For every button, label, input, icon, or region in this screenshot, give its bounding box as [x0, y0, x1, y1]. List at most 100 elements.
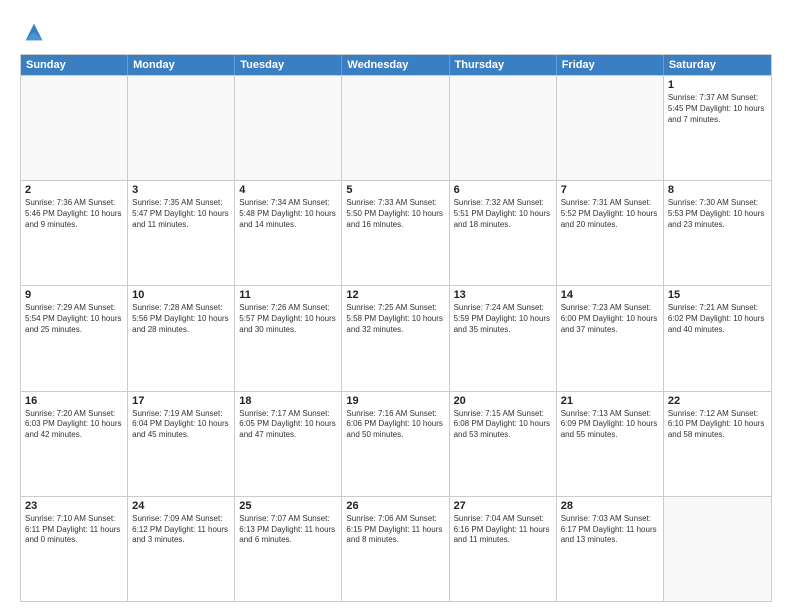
- day-info: Sunrise: 7:37 AM Sunset: 5:45 PM Dayligh…: [668, 93, 767, 125]
- day-info: Sunrise: 7:34 AM Sunset: 5:48 PM Dayligh…: [239, 198, 337, 230]
- day-number: 27: [454, 500, 552, 512]
- calendar-empty-cell: [21, 76, 128, 180]
- day-number: 19: [346, 395, 444, 407]
- day-info: Sunrise: 7:15 AM Sunset: 6:08 PM Dayligh…: [454, 409, 552, 441]
- calendar-row: 2 Sunrise: 7:36 AM Sunset: 5:46 PM Daylig…: [21, 180, 771, 285]
- page: SundayMondayTuesdayWednesdayThursdayFrid…: [0, 0, 792, 612]
- calendar-day-cell: 11 Sunrise: 7:26 AM Sunset: 5:57 PM Dayli…: [235, 286, 342, 390]
- logo: [20, 18, 54, 46]
- day-number: 6: [454, 184, 552, 196]
- calendar: SundayMondayTuesdayWednesdayThursdayFrid…: [20, 54, 772, 602]
- calendar-empty-cell: [342, 76, 449, 180]
- day-info: Sunrise: 7:28 AM Sunset: 5:56 PM Dayligh…: [132, 303, 230, 335]
- day-number: 8: [668, 184, 767, 196]
- day-info: Sunrise: 7:06 AM Sunset: 6:15 PM Dayligh…: [346, 514, 444, 546]
- calendar-row: 1 Sunrise: 7:37 AM Sunset: 5:45 PM Daylig…: [21, 75, 771, 180]
- day-info: Sunrise: 7:10 AM Sunset: 6:11 PM Dayligh…: [25, 514, 123, 546]
- calendar-day-cell: 20 Sunrise: 7:15 AM Sunset: 6:08 PM Dayli…: [450, 392, 557, 496]
- calendar-row: 23 Sunrise: 7:10 AM Sunset: 6:11 PM Dayli…: [21, 496, 771, 601]
- day-info: Sunrise: 7:13 AM Sunset: 6:09 PM Dayligh…: [561, 409, 659, 441]
- calendar-day-cell: 6 Sunrise: 7:32 AM Sunset: 5:51 PM Daylig…: [450, 181, 557, 285]
- calendar-day-cell: 5 Sunrise: 7:33 AM Sunset: 5:50 PM Daylig…: [342, 181, 449, 285]
- day-info: Sunrise: 7:23 AM Sunset: 6:00 PM Dayligh…: [561, 303, 659, 335]
- day-info: Sunrise: 7:24 AM Sunset: 5:59 PM Dayligh…: [454, 303, 552, 335]
- calendar-day-cell: 26 Sunrise: 7:06 AM Sunset: 6:15 PM Dayli…: [342, 497, 449, 601]
- day-number: 9: [25, 289, 123, 301]
- day-info: Sunrise: 7:31 AM Sunset: 5:52 PM Dayligh…: [561, 198, 659, 230]
- calendar-empty-cell: [235, 76, 342, 180]
- calendar-day-cell: 10Sunrise: 7:28 AM Sunset: 5:56 PM Dayli…: [128, 286, 235, 390]
- calendar-day-cell: 2 Sunrise: 7:36 AM Sunset: 5:46 PM Daylig…: [21, 181, 128, 285]
- day-number: 3: [132, 184, 230, 196]
- calendar-day-cell: 19 Sunrise: 7:16 AM Sunset: 6:06 PM Dayli…: [342, 392, 449, 496]
- weekday-header: Sunday: [21, 55, 128, 75]
- day-number: 2: [25, 184, 123, 196]
- calendar-day-cell: 17 Sunrise: 7:19 AM Sunset: 6:04 PM Dayli…: [128, 392, 235, 496]
- day-info: Sunrise: 7:19 AM Sunset: 6:04 PM Dayligh…: [132, 409, 230, 441]
- day-number: 1: [668, 79, 767, 91]
- calendar-day-cell: 15 Sunrise: 7:21 AM Sunset: 6:02 PM Dayli…: [664, 286, 771, 390]
- calendar-day-cell: 13 Sunrise: 7:24 AM Sunset: 5:59 PM Dayli…: [450, 286, 557, 390]
- day-number: 11: [239, 289, 337, 301]
- day-info: Sunrise: 7:17 AM Sunset: 6:05 PM Dayligh…: [239, 409, 337, 441]
- day-info: Sunrise: 7:29 AM Sunset: 5:54 PM Dayligh…: [25, 303, 123, 335]
- day-info: Sunrise: 7:20 AM Sunset: 6:03 PM Dayligh…: [25, 409, 123, 441]
- calendar-day-cell: 4 Sunrise: 7:34 AM Sunset: 5:48 PM Daylig…: [235, 181, 342, 285]
- calendar-day-cell: 8 Sunrise: 7:30 AM Sunset: 5:53 PM Daylig…: [664, 181, 771, 285]
- day-info: Sunrise: 7:35 AM Sunset: 5:47 PM Dayligh…: [132, 198, 230, 230]
- day-number: 18: [239, 395, 337, 407]
- calendar-empty-cell: [664, 497, 771, 601]
- calendar-day-cell: 3 Sunrise: 7:35 AM Sunset: 5:47 PM Daylig…: [128, 181, 235, 285]
- calendar-empty-cell: [128, 76, 235, 180]
- calendar-day-cell: 14 Sunrise: 7:23 AM Sunset: 6:00 PM Dayli…: [557, 286, 664, 390]
- day-number: 5: [346, 184, 444, 196]
- day-number: 7: [561, 184, 659, 196]
- day-number: 21: [561, 395, 659, 407]
- day-number: 13: [454, 289, 552, 301]
- day-info: Sunrise: 7:03 AM Sunset: 6:17 PM Dayligh…: [561, 514, 659, 546]
- day-number: 17: [132, 395, 230, 407]
- calendar-day-cell: 23 Sunrise: 7:10 AM Sunset: 6:11 PM Dayli…: [21, 497, 128, 601]
- weekday-header: Friday: [557, 55, 664, 75]
- day-info: Sunrise: 7:16 AM Sunset: 6:06 PM Dayligh…: [346, 409, 444, 441]
- calendar-empty-cell: [450, 76, 557, 180]
- day-number: 4: [239, 184, 337, 196]
- day-info: Sunrise: 7:36 AM Sunset: 5:46 PM Dayligh…: [25, 198, 123, 230]
- day-number: 23: [25, 500, 123, 512]
- calendar-day-cell: 22 Sunrise: 7:12 AM Sunset: 6:10 PM Dayli…: [664, 392, 771, 496]
- calendar-row: 9 Sunrise: 7:29 AM Sunset: 5:54 PM Daylig…: [21, 285, 771, 390]
- day-info: Sunrise: 7:21 AM Sunset: 6:02 PM Dayligh…: [668, 303, 767, 335]
- calendar-day-cell: 16 Sunrise: 7:20 AM Sunset: 6:03 PM Dayli…: [21, 392, 128, 496]
- day-info: Sunrise: 7:25 AM Sunset: 5:58 PM Dayligh…: [346, 303, 444, 335]
- day-info: Sunrise: 7:09 AM Sunset: 6:12 PM Dayligh…: [132, 514, 230, 546]
- weekday-header: Thursday: [450, 55, 557, 75]
- calendar-day-cell: 28Sunrise: 7:03 AM Sunset: 6:17 PM Dayli…: [557, 497, 664, 601]
- day-number: 20: [454, 395, 552, 407]
- day-number: 24: [132, 500, 230, 512]
- day-number: 22: [668, 395, 767, 407]
- calendar-body: 1 Sunrise: 7:37 AM Sunset: 5:45 PM Daylig…: [21, 75, 771, 601]
- day-info: Sunrise: 7:32 AM Sunset: 5:51 PM Dayligh…: [454, 198, 552, 230]
- calendar-header: SundayMondayTuesdayWednesdayThursdayFrid…: [21, 55, 771, 75]
- day-number: 16: [25, 395, 123, 407]
- day-number: 15: [668, 289, 767, 301]
- calendar-empty-cell: [557, 76, 664, 180]
- weekday-header: Monday: [128, 55, 235, 75]
- calendar-day-cell: 18 Sunrise: 7:17 AM Sunset: 6:05 PM Dayli…: [235, 392, 342, 496]
- calendar-day-cell: 25Sunrise: 7:07 AM Sunset: 6:13 PM Dayli…: [235, 497, 342, 601]
- day-info: Sunrise: 7:12 AM Sunset: 6:10 PM Dayligh…: [668, 409, 767, 441]
- calendar-day-cell: 12Sunrise: 7:25 AM Sunset: 5:58 PM Dayli…: [342, 286, 449, 390]
- calendar-day-cell: 27 Sunrise: 7:04 AM Sunset: 6:16 PM Dayli…: [450, 497, 557, 601]
- logo-icon: [20, 18, 48, 46]
- day-info: Sunrise: 7:26 AM Sunset: 5:57 PM Dayligh…: [239, 303, 337, 335]
- weekday-header: Saturday: [664, 55, 771, 75]
- day-info: Sunrise: 7:33 AM Sunset: 5:50 PM Dayligh…: [346, 198, 444, 230]
- day-number: 26: [346, 500, 444, 512]
- calendar-day-cell: 21 Sunrise: 7:13 AM Sunset: 6:09 PM Dayli…: [557, 392, 664, 496]
- day-number: 14: [561, 289, 659, 301]
- day-info: Sunrise: 7:30 AM Sunset: 5:53 PM Dayligh…: [668, 198, 767, 230]
- day-number: 25: [239, 500, 337, 512]
- day-info: Sunrise: 7:04 AM Sunset: 6:16 PM Dayligh…: [454, 514, 552, 546]
- weekday-header: Tuesday: [235, 55, 342, 75]
- calendar-day-cell: 1 Sunrise: 7:37 AM Sunset: 5:45 PM Daylig…: [664, 76, 771, 180]
